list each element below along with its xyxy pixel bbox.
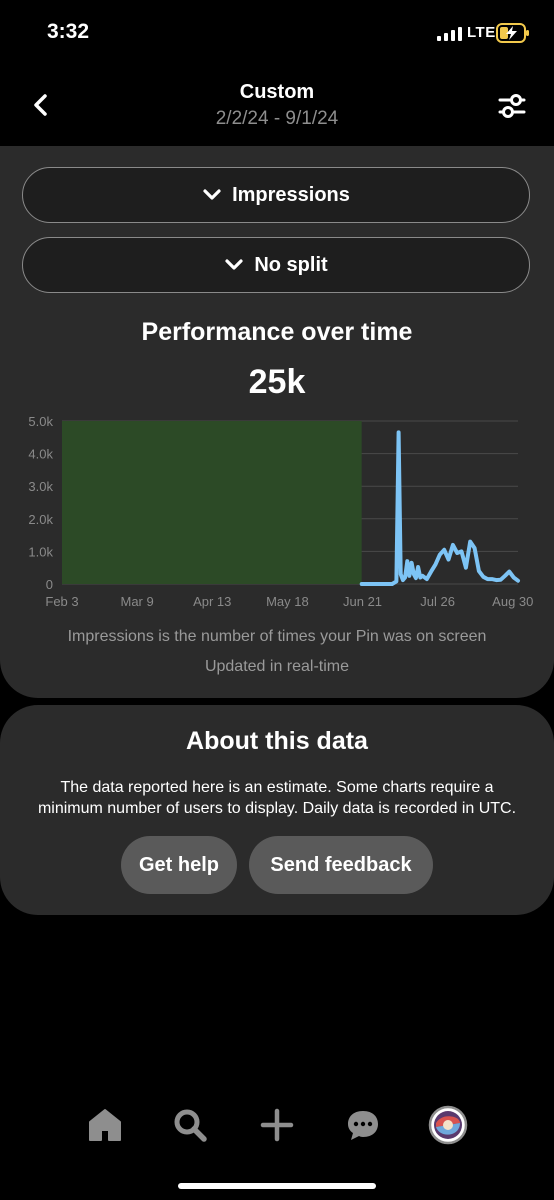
metric-label: Impressions: [232, 183, 350, 206]
network-type: LTE: [467, 24, 496, 41]
x-tick-label: Apr 13: [193, 594, 231, 609]
data-point: [397, 431, 400, 434]
plus-icon: [260, 1108, 294, 1142]
data-point: [410, 562, 413, 564]
data-point: [404, 576, 406, 579]
y-tick-label: 5.0k: [28, 414, 53, 429]
data-point: [412, 573, 415, 576]
nav-messages[interactable]: [343, 1105, 383, 1145]
page-title: Custom: [239, 81, 315, 103]
data-point: [439, 553, 441, 556]
data-point: [469, 540, 472, 543]
x-tick-label: Mar 9: [121, 594, 154, 609]
data-point: [504, 575, 506, 577]
data-point: [456, 552, 459, 554]
data-point: [486, 578, 489, 580]
data-point: [402, 579, 404, 581]
x-tick-label: Aug 30: [492, 594, 533, 609]
data-point: [417, 566, 419, 568]
about-text: The data reported here is an estimate. S…: [37, 779, 517, 817]
chart-title: Performance over time: [141, 318, 413, 346]
about-card: About this data The data reported here i…: [0, 705, 554, 915]
y-tick-label: 0: [46, 577, 53, 592]
x-tick-label: Jun 21: [343, 594, 382, 609]
data-point: [517, 579, 519, 582]
update-note: Updated in real-time: [204, 658, 350, 675]
get-help-button[interactable]: Get help: [121, 836, 237, 894]
data-point: [415, 577, 417, 579]
status-time: 3:32: [47, 20, 90, 43]
status-bar: 3:32 LTE: [0, 0, 554, 70]
y-tick-label: 3.0k: [28, 479, 53, 494]
y-tick-label: 2.0k: [28, 512, 53, 527]
data-point: [406, 560, 409, 562]
home-indicator: [178, 1183, 376, 1189]
data-point: [491, 578, 493, 580]
x-tick-label: Jul 26: [420, 594, 455, 609]
impressions-series-line: [359, 430, 520, 586]
data-point: [499, 578, 502, 581]
split-label: No split: [254, 253, 328, 276]
send-feedback-button[interactable]: Send feedback: [249, 836, 433, 894]
y-tick-label: 1.0k: [28, 544, 53, 559]
chevron-down-icon: [225, 259, 243, 270]
data-point: [421, 575, 424, 577]
chat-icon: [348, 1111, 378, 1140]
data-point: [512, 576, 515, 579]
header: Custom 2/2/24 - 9/1/24: [0, 70, 554, 146]
total-impressions: 25k: [248, 363, 306, 401]
split-dropdown[interactable]: No split: [22, 237, 530, 293]
data-point: [447, 558, 450, 561]
data-point: [395, 580, 398, 583]
home-icon: [89, 1109, 121, 1141]
date-range: 2/2/24 - 9/1/24: [215, 108, 339, 129]
search-icon: [174, 1109, 207, 1142]
impressions-chart: 0 1.0k 2.0k 3.0k 4.0k 5.0k Feb 3 Mar 9 Apr 13 May…: [28, 414, 533, 609]
metric-dropdown[interactable]: Impressions: [22, 167, 530, 223]
data-point: [460, 550, 463, 553]
performance-card: Impressions No split Performance over ti…: [0, 146, 554, 698]
shaded-region: [62, 421, 362, 584]
nav-create[interactable]: [257, 1105, 297, 1145]
data-point: [482, 576, 485, 578]
profile-avatar: [428, 1105, 468, 1145]
data-point: [426, 578, 428, 580]
data-point: [452, 544, 454, 546]
about-title: About this data: [186, 727, 368, 755]
x-tick-label: Feb 3: [45, 594, 78, 609]
y-tick-label: 4.0k: [28, 447, 53, 462]
data-point: [408, 575, 411, 577]
data-point: [382, 583, 385, 585]
battery-charging-icon: [496, 23, 529, 43]
data-point: [419, 576, 422, 579]
data-point: [443, 548, 445, 551]
data-point: [371, 583, 374, 585]
nav-profile[interactable]: [428, 1105, 468, 1145]
x-tick-label: May 18: [266, 594, 309, 609]
data-point: [434, 563, 437, 566]
metric-description: Impressions is the number of times your …: [67, 628, 487, 645]
nav-home[interactable]: [85, 1105, 125, 1145]
data-point: [430, 570, 432, 573]
filter-icon[interactable]: [496, 90, 528, 122]
nav-search[interactable]: [170, 1105, 210, 1145]
bottom-nav: [0, 1100, 554, 1160]
data-point: [399, 573, 402, 576]
signal-icon: [437, 27, 462, 41]
data-point: [508, 570, 511, 573]
data-point: [465, 566, 467, 569]
data-point: [391, 583, 393, 585]
data-point: [495, 579, 498, 581]
data-point: [478, 570, 480, 572]
data-point: [473, 547, 476, 549]
data-point: [360, 583, 363, 585]
chevron-down-icon: [203, 189, 221, 200]
